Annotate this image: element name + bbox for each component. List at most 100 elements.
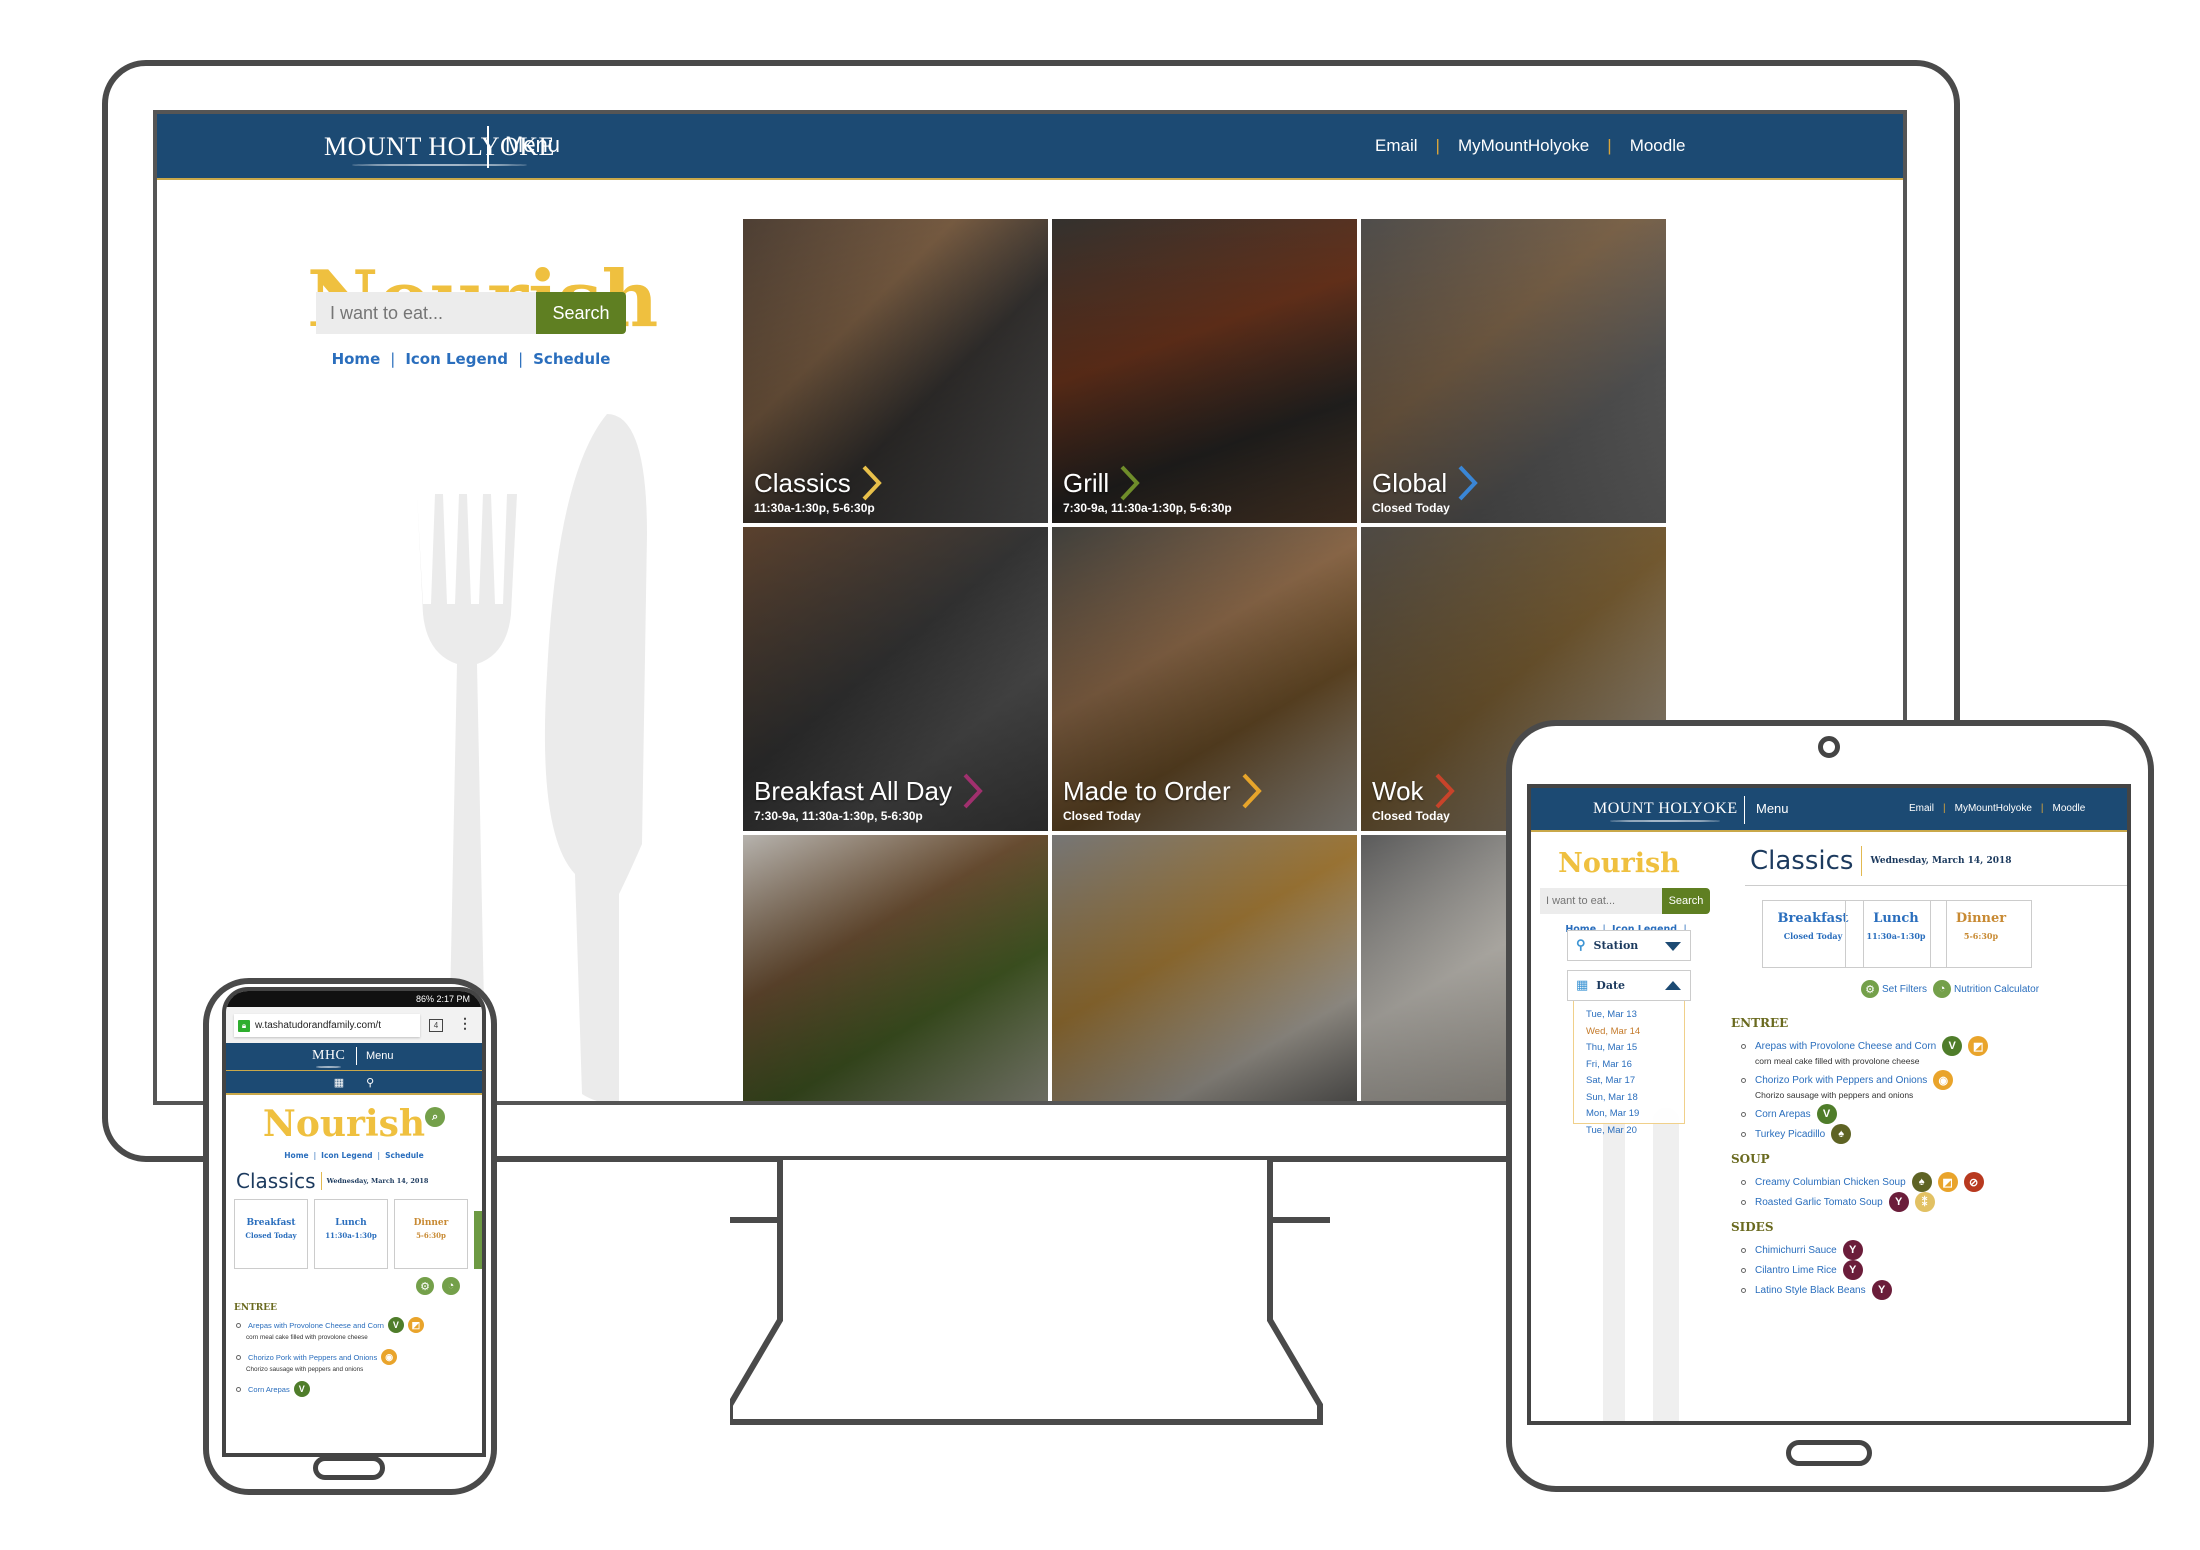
menu-item[interactable]: Cilantro Lime Rice Y xyxy=(1731,1260,2121,1280)
station-tile[interactable]: Baraka -Halal xyxy=(743,835,1048,1101)
menu-item-name[interactable]: Creamy Columbian Chicken Soup xyxy=(1755,1177,1906,1188)
menu-item[interactable]: Arepas with Provolone Cheese and Corn V ◩ xyxy=(226,1316,482,1334)
menu-item[interactable]: Chimichurri Sauce Y xyxy=(1731,1240,2121,1260)
url-bar[interactable]: 🔒︎ w.tashatudorandfamily.com/t xyxy=(234,1014,420,1037)
mymountholyoke-link[interactable]: MyMountHolyoke xyxy=(1955,803,2032,814)
menu-item[interactable]: Creamy Columbian Chicken Soup ♠ ◩ ⊘ xyxy=(1731,1172,2121,1192)
menu-button[interactable]: Menu xyxy=(505,132,560,158)
calendar-icon[interactable]: ▦ xyxy=(334,1076,344,1089)
moodle-link[interactable]: Moodle xyxy=(2053,803,2086,814)
menu-item[interactable]: Corn Arepas V xyxy=(1731,1104,2121,1124)
menu-item[interactable]: Arepas with Provolone Cheese and Corn V ◩ xyxy=(1731,1036,2121,1056)
mymountholyoke-link[interactable]: MyMountHolyoke xyxy=(1458,136,1589,156)
bullet xyxy=(1741,1043,1746,1049)
meal-card-dinner[interactable]: Dinner 5-6:30p xyxy=(1930,900,2032,968)
station-heading: Classics Wednesday, March 14, 2018 xyxy=(236,1169,428,1193)
search-input[interactable] xyxy=(316,292,536,334)
nav-separator: | xyxy=(513,350,528,368)
station-tile[interactable]: Global Closed Today xyxy=(1361,219,1666,523)
tablet-camera-icon xyxy=(1818,736,1840,758)
bullet xyxy=(236,1354,241,1360)
schedule-link[interactable]: Schedule xyxy=(533,350,610,368)
bullet xyxy=(1741,1267,1746,1273)
link-separator: | xyxy=(1435,136,1440,155)
station-tile[interactable]: Breakfast All Day 7:30-9a, 11:30a-1:30p, … xyxy=(743,527,1048,831)
menu-button[interactable]: Menu xyxy=(366,1050,394,1062)
nutrition-calculator-button[interactable]: ◔ Nutrition Calculator xyxy=(1933,980,2039,998)
dairy-icon: ◩ xyxy=(407,1317,424,1333)
search-icon[interactable]: ⌕ xyxy=(425,1107,446,1127)
moodle-link[interactable]: Moodle xyxy=(1630,136,1686,156)
date-option[interactable]: Fri, Mar 16 xyxy=(1586,1059,1684,1076)
more-options-icon[interactable]: ⋮ xyxy=(458,1015,472,1032)
menu-item[interactable]: Turkey Picadillo ♠ xyxy=(1731,1124,2121,1144)
search-input[interactable] xyxy=(1540,888,1662,914)
meal-hours: 11:30a-1:30p xyxy=(325,1231,377,1240)
search-button[interactable]: Search xyxy=(1662,888,1710,914)
home-link[interactable]: Home xyxy=(332,350,381,368)
pie-chart-icon[interactable]: ◔ xyxy=(442,1277,460,1295)
station-tile-title: Wok xyxy=(1372,773,1456,809)
date-option[interactable]: Tue, Mar 20 xyxy=(1586,1125,1684,1142)
menu-item-name[interactable]: Roasted Garlic Tomato Soup xyxy=(1755,1197,1883,1208)
menu-item-name[interactable]: Latino Style Black Beans xyxy=(1755,1285,1866,1296)
browser-toolbar: 🔒︎ w.tashatudorandfamily.com/t 4 ⋮ xyxy=(226,1007,482,1043)
date-option[interactable]: Sat, Mar 17 xyxy=(1586,1075,1684,1092)
date-option[interactable]: Wed, Mar 14 xyxy=(1586,1026,1684,1043)
schedule-link[interactable]: Schedule xyxy=(385,1151,424,1160)
vegetarian-icon: V xyxy=(293,1381,310,1397)
menu-item[interactable]: Roasted Garlic Tomato Soup Y ⁑ xyxy=(1731,1192,2121,1212)
header-divider xyxy=(1744,796,1745,824)
station-tile[interactable]: Harvest xyxy=(1052,835,1357,1101)
menu-item-name[interactable]: Chimichurri Sauce xyxy=(1755,1245,1837,1256)
date-option[interactable]: Sun, Mar 18 xyxy=(1586,1092,1684,1109)
bullet xyxy=(1741,1247,1746,1253)
menu-item[interactable]: Corn Arepas V xyxy=(226,1380,482,1398)
meal-card-dinner[interactable]: Dinner 5-6:30p xyxy=(394,1199,468,1269)
menu-item[interactable]: Chorizo Pork with Peppers and Onions ◉ xyxy=(226,1348,482,1366)
menu-button[interactable]: Menu xyxy=(1756,801,1789,816)
icon-legend-link[interactable]: Icon Legend xyxy=(321,1151,372,1160)
icon-legend-link[interactable]: Icon Legend xyxy=(405,350,508,368)
email-link[interactable]: Email xyxy=(1375,136,1418,156)
station-filter-dropdown[interactable]: ⚲ Station xyxy=(1567,930,1691,961)
phone-home-button[interactable] xyxy=(313,1456,385,1480)
meal-card-lunch[interactable]: Lunch 11:30a-1:30p xyxy=(314,1199,388,1269)
menu-item-name[interactable]: Corn Arepas xyxy=(248,1385,290,1394)
meal-card-breakfast[interactable]: Breakfast Closed Today xyxy=(234,1199,308,1269)
date-option[interactable]: Tue, Mar 13 xyxy=(1586,1009,1684,1026)
mount-holyoke-logo[interactable]: MOUNT HOLYOKE xyxy=(1593,800,1738,822)
menu-item-name[interactable]: Arepas with Provolone Cheese and Corn xyxy=(1755,1041,1936,1052)
station-tile[interactable]: Made to Order Closed Today xyxy=(1052,527,1357,831)
menu-item[interactable]: Latino Style Black Beans Y xyxy=(1731,1280,2121,1300)
menu-item-name[interactable]: Cilantro Lime Rice xyxy=(1755,1265,1837,1276)
vegetarian-icon: V xyxy=(387,1317,404,1333)
menu-item-name[interactable]: Chorizo Pork with Peppers and Onions xyxy=(248,1353,377,1362)
search-button[interactable]: Search xyxy=(536,292,626,334)
email-link[interactable]: Email xyxy=(1909,803,1934,814)
menu-item-name[interactable]: Corn Arepas xyxy=(1755,1109,1811,1120)
chevron-right-icon xyxy=(963,773,983,809)
station-tile[interactable]: Grill 7:30-9a, 11:30a-1:30p, 5-6:30p xyxy=(1052,219,1357,523)
date-option[interactable]: Mon, Mar 19 xyxy=(1586,1108,1684,1125)
scroll-indicator[interactable] xyxy=(474,1211,482,1269)
map-pin-icon[interactable]: ⚲ xyxy=(366,1076,374,1089)
menu-item[interactable]: Chorizo Pork with Peppers and Onions ◉ xyxy=(1731,1070,2121,1090)
set-filters-button[interactable]: ⚙ Set Filters xyxy=(1861,980,1927,998)
tab-switcher-button[interactable]: 4 xyxy=(429,1019,443,1032)
home-link[interactable]: Home xyxy=(284,1151,308,1160)
photo-overlay xyxy=(1052,835,1357,1101)
menu-item-description: Chorizo sausage with peppers and onions xyxy=(246,1366,364,1373)
date-list: Tue, Mar 13 Wed, Mar 14 Thu, Mar 15 Fri, Ma… xyxy=(1573,1001,1685,1136)
menu-item-name[interactable]: Chorizo Pork with Peppers and Onions xyxy=(1755,1075,1927,1086)
station-tile[interactable]: Classics 11:30a-1:30p, 5-6:30p xyxy=(743,219,1048,523)
date-option[interactable]: Thu, Mar 15 xyxy=(1586,1042,1684,1059)
mhc-logo[interactable]: MHC xyxy=(312,1048,345,1068)
tablet-home-button[interactable] xyxy=(1786,1440,1872,1466)
menu-item-name[interactable]: Arepas with Provolone Cheese and Corn xyxy=(248,1321,384,1330)
station-hours: Closed Today xyxy=(1063,809,1141,823)
gear-icon[interactable]: ⚙ xyxy=(416,1277,434,1295)
date-filter-dropdown[interactable]: ▦ Date xyxy=(1567,970,1691,1001)
menu-item-name[interactable]: Turkey Picadillo xyxy=(1755,1129,1825,1140)
bullet xyxy=(1741,1111,1746,1117)
